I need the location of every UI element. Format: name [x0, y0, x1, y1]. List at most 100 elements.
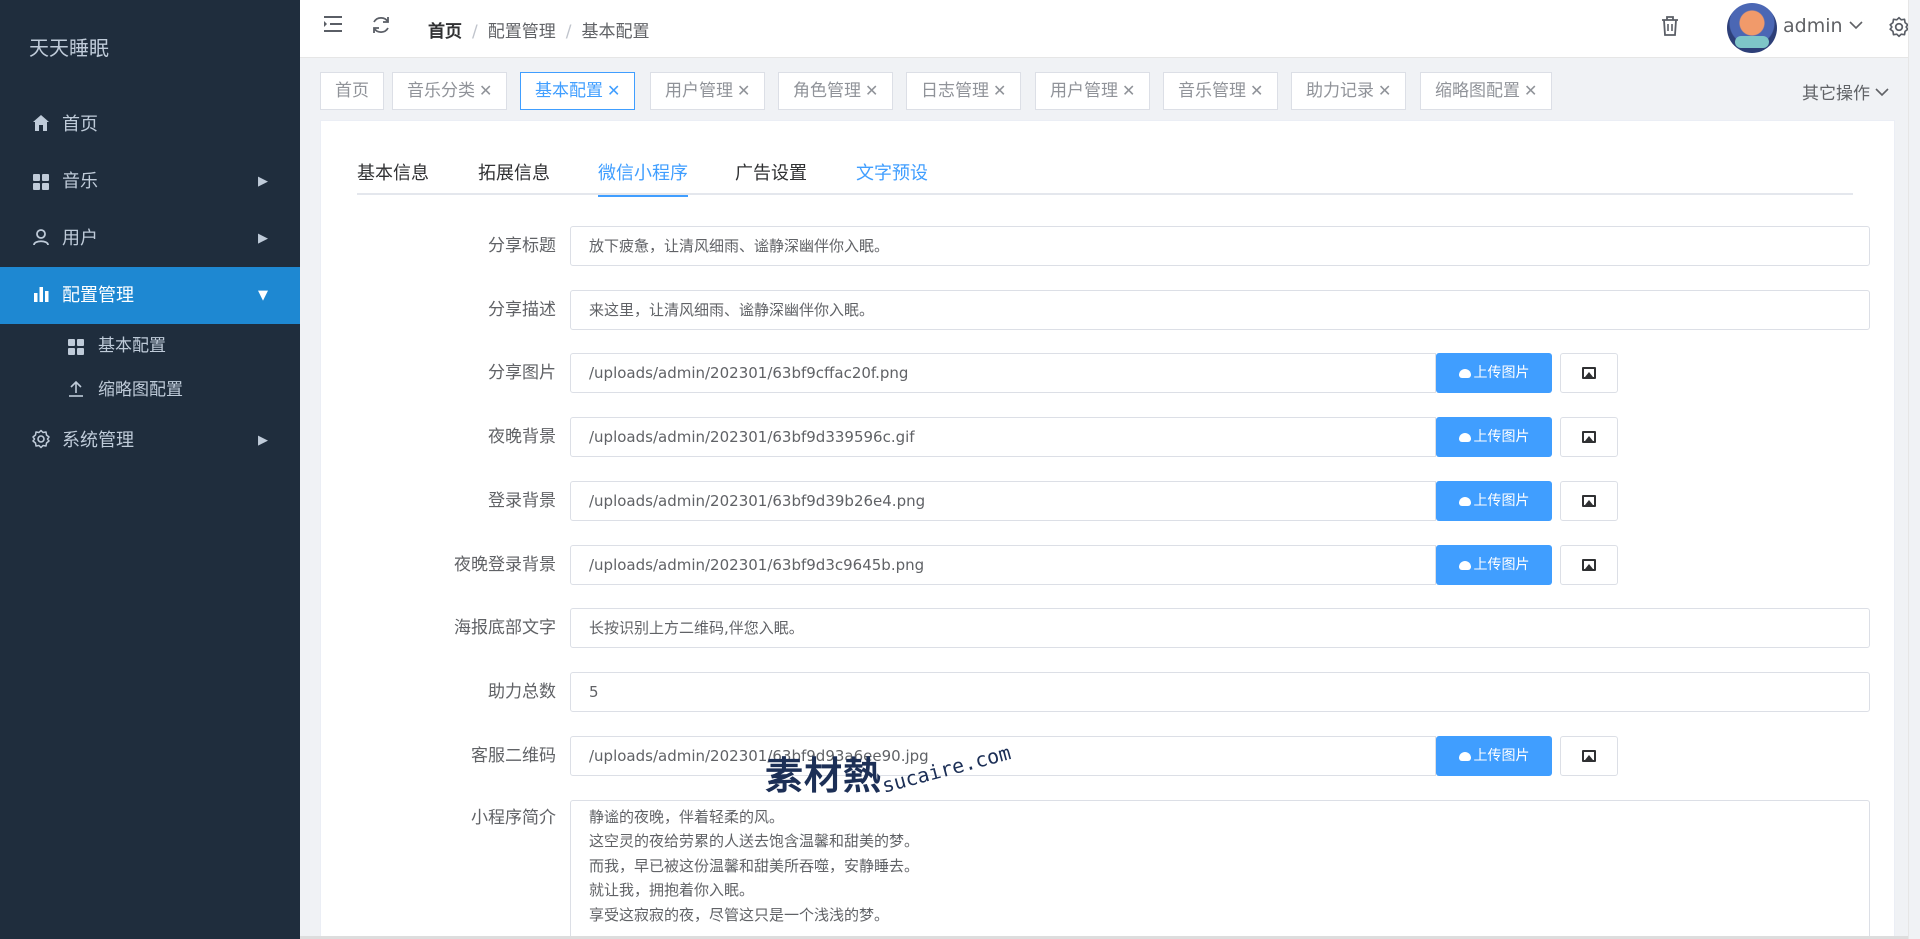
close-icon[interactable]: ✕	[865, 81, 878, 100]
picture-icon	[1582, 495, 1596, 507]
chevron-down-icon	[1849, 21, 1863, 30]
breadcrumb-item[interactable]: 首页	[428, 22, 462, 42]
tag-basic-config[interactable]: 基本配置 ✕	[520, 72, 636, 110]
refresh-icon[interactable]	[370, 14, 392, 42]
grid-icon	[30, 153, 52, 210]
sidebar-item-home[interactable]: 首页	[0, 96, 300, 153]
cloud-upload-icon	[1458, 433, 1471, 442]
cloud-upload-icon	[1458, 752, 1471, 761]
login-bg-input[interactable]: /uploads/admin/202301/63bf9d39b26e4.png	[570, 481, 1436, 521]
button-label: 上传图片	[1473, 365, 1530, 381]
brand-title: 天天睡眠	[29, 36, 109, 60]
field-label: 助力总数	[488, 682, 556, 702]
sidebar-item-music[interactable]: 音乐 ▶	[0, 153, 300, 210]
button-label: 上传图片	[1473, 429, 1530, 445]
tag-thumbnail-config[interactable]: 缩略图配置 ✕	[1420, 72, 1553, 110]
tag-assist-record[interactable]: 助力记录 ✕	[1291, 72, 1407, 110]
upload-image-button[interactable]: 上传图片	[1436, 545, 1552, 585]
tag-music-category[interactable]: 音乐分类 ✕	[392, 72, 508, 110]
tab-text-preset[interactable]: 文字预设	[856, 159, 928, 195]
close-icon[interactable]: ✕	[479, 81, 492, 100]
assist-total-input[interactable]: 5	[570, 672, 1870, 712]
tag-label: 助力记录	[1306, 81, 1374, 101]
tag-log-manage[interactable]: 日志管理 ✕	[906, 72, 1022, 110]
user-menu[interactable]: admin	[1783, 15, 1863, 37]
picture-icon	[1582, 431, 1596, 443]
poster-text-input[interactable]: 长按识别上方二维码,伴您入眠。	[570, 608, 1870, 648]
avatar[interactable]	[1727, 3, 1777, 53]
field-label: 分享描述	[488, 300, 556, 320]
field-label: 夜晚登录背景	[454, 555, 556, 575]
caret-right-icon: ▶	[258, 174, 268, 189]
preview-image-button[interactable]	[1560, 417, 1618, 457]
close-icon[interactable]: ✕	[607, 81, 620, 100]
top-header: 首页 / 配置管理 / 基本配置 admin	[300, 0, 1920, 58]
tag-role-manage[interactable]: 角色管理 ✕	[778, 72, 894, 110]
upload-image-button[interactable]: 上传图片	[1436, 481, 1552, 521]
gear-icon	[30, 412, 52, 469]
tag-label: 音乐管理	[1178, 81, 1246, 101]
field-label: 登录背景	[488, 491, 556, 511]
tag-music-manage[interactable]: 音乐管理 ✕	[1163, 72, 1279, 110]
tags-view: 首页 音乐分类 ✕ 基本配置 ✕ 用户管理 ✕ 角色管理 ✕ 日志管理 ✕ 用户管理 ✕ 音…	[300, 58, 1920, 118]
upload-image-button[interactable]: 上传图片	[1436, 353, 1552, 393]
field-label: 分享图片	[488, 363, 556, 383]
textarea-line: 静谧的夜晚，伴着轻柔的风。	[589, 808, 785, 826]
upload-image-button[interactable]: 上传图片	[1436, 736, 1552, 776]
tag-label: 角色管理	[793, 81, 861, 101]
service-qr-input[interactable]: /uploads/admin/202301/63bf9d93a6ee90.jpg	[570, 736, 1436, 776]
button-label: 上传图片	[1473, 748, 1530, 764]
tag-user-manage-2[interactable]: 用户管理 ✕	[1035, 72, 1151, 110]
breadcrumb-item[interactable]: 配置管理	[488, 22, 556, 42]
menu-fold-icon[interactable]	[322, 14, 344, 40]
sidebar-item-label: 首页	[62, 114, 98, 135]
close-icon[interactable]: ✕	[1378, 81, 1391, 100]
upload-image-button[interactable]: 上传图片	[1436, 417, 1552, 457]
settings-gear-icon[interactable]	[1888, 16, 1910, 44]
close-icon[interactable]: ✕	[993, 81, 1006, 100]
tag-home[interactable]: 首页	[320, 72, 384, 110]
textarea-line: 享受这寂寂的夜，尽管这只是一个浅浅的梦。	[589, 905, 890, 924]
night-login-bg-input[interactable]: /uploads/admin/202301/63bf9d3c9645b.png	[570, 545, 1436, 585]
textarea-line: 而我，早已被这份温馨和甜美所吞噬，安静睡去。	[589, 856, 920, 875]
tab-extend-info[interactable]: 拓展信息	[478, 159, 550, 195]
tab-ad-settings[interactable]: 广告设置	[735, 159, 807, 195]
tab-wechat-miniprogram[interactable]: 微信小程序	[598, 159, 688, 197]
picture-icon	[1582, 750, 1596, 762]
share-image-input[interactable]: /uploads/admin/202301/63bf9cffac20f.png	[570, 353, 1436, 393]
tag-user-manage[interactable]: 用户管理 ✕	[650, 72, 766, 110]
content-tabs: 基本信息 拓展信息 微信小程序 广告设置 文字预设	[357, 159, 1853, 197]
other-operations-dropdown[interactable]: 其它操作	[1802, 79, 1889, 104]
picture-icon	[1582, 559, 1596, 571]
vertical-scrollbar[interactable]	[1908, 0, 1920, 939]
trash-icon[interactable]	[1660, 15, 1680, 43]
textarea-line: 这空灵的夜给劳累的人送去饱含温馨和甜美的梦。	[589, 832, 920, 851]
preview-image-button[interactable]	[1560, 736, 1618, 776]
preview-image-button[interactable]	[1560, 481, 1618, 521]
night-bg-input[interactable]: /uploads/admin/202301/63bf9d339596c.gif	[570, 417, 1436, 457]
breadcrumb: 首页 / 配置管理 / 基本配置	[428, 22, 650, 42]
button-label: 上传图片	[1473, 557, 1530, 573]
intro-textarea[interactable]: 静谧的夜晚，伴着轻柔的风。 这空灵的夜给劳累的人送去饱含温馨和甜美的梦。 而我，…	[570, 800, 1870, 939]
tab-basic-info[interactable]: 基本信息	[357, 159, 429, 195]
preview-image-button[interactable]	[1560, 545, 1618, 585]
field-label: 分享标题	[488, 236, 556, 256]
chevron-down-icon	[1875, 88, 1889, 97]
preview-image-button[interactable]	[1560, 353, 1618, 393]
tag-label: 用户管理	[665, 81, 733, 101]
close-icon[interactable]: ✕	[737, 81, 750, 100]
close-icon[interactable]: ✕	[1250, 81, 1263, 100]
sidebar-item-label: 音乐	[62, 171, 98, 192]
button-label: 上传图片	[1473, 493, 1530, 509]
tag-label: 基本配置	[535, 81, 603, 101]
close-icon[interactable]: ✕	[1122, 81, 1135, 100]
textarea-line: 就让我，拥抱着你入眠。	[589, 881, 755, 900]
cloud-upload-icon	[1458, 497, 1471, 506]
home-icon	[30, 96, 52, 153]
close-icon[interactable]: ✕	[1524, 81, 1537, 100]
bar-chart-icon	[30, 267, 52, 324]
user-icon	[30, 210, 52, 267]
share-title-input[interactable]: 放下疲惫，让清风细雨、谧静深幽伴你入眠。	[570, 226, 1870, 266]
field-label: 小程序简介	[471, 808, 556, 828]
share-desc-input[interactable]: 来这里，让清风细雨、谧静深幽伴你入眠。	[570, 290, 1870, 330]
